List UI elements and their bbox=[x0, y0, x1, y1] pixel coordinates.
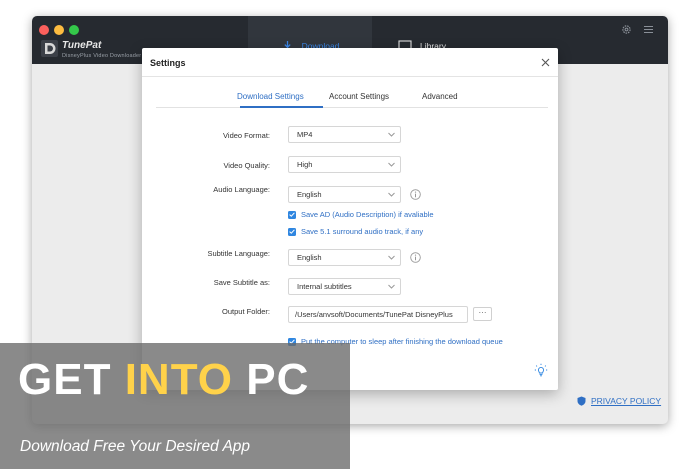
save-51-label: Save 5.1 surround audio track, if any bbox=[301, 227, 424, 236]
video-format-value: MP4 bbox=[297, 130, 313, 139]
settings-dialog: Settings Download Settings Account Setti… bbox=[142, 48, 558, 390]
save-51-checkbox-row[interactable]: Save 5.1 surround audio track, if any bbox=[288, 227, 423, 236]
privacy-policy[interactable]: PRIVACY POLICY bbox=[577, 396, 661, 406]
chevron-down-icon bbox=[388, 162, 395, 167]
check-icon bbox=[289, 212, 295, 217]
output-folder-label: Output Folder: bbox=[222, 307, 270, 316]
chevron-down-icon bbox=[388, 192, 395, 197]
lightbulb-icon[interactable] bbox=[534, 363, 548, 377]
audio-language-select[interactable]: English bbox=[288, 186, 401, 203]
subtitle-language-select[interactable]: English bbox=[288, 249, 401, 266]
watermark-title-highlight: INTO bbox=[124, 355, 233, 404]
subtitle-language-value: English bbox=[297, 253, 322, 262]
window-minimize-button[interactable] bbox=[54, 25, 64, 35]
watermark-title: GET INTO PC bbox=[18, 355, 309, 405]
dialog-title: Settings bbox=[150, 58, 186, 68]
active-tab-underline bbox=[240, 106, 323, 108]
save-subtitle-select[interactable]: Internal subtitles bbox=[288, 278, 401, 295]
audio-language-label: Audio Language: bbox=[213, 185, 270, 194]
tab-advanced[interactable]: Advanced bbox=[422, 92, 458, 101]
info-icon[interactable] bbox=[410, 252, 421, 263]
chevron-down-icon bbox=[388, 284, 395, 289]
audio-language-value: English bbox=[297, 190, 322, 199]
window-maximize-button[interactable] bbox=[69, 25, 79, 35]
check-icon bbox=[289, 229, 295, 234]
output-folder-value: /Users/anvsoft/Documents/TunePat DisneyP… bbox=[295, 310, 453, 319]
video-format-select[interactable]: MP4 bbox=[288, 126, 401, 143]
subtitle-language-label: Subtitle Language: bbox=[207, 249, 270, 258]
chevron-down-icon bbox=[388, 255, 395, 260]
save-subtitle-label: Save Subtitle as: bbox=[213, 278, 270, 287]
save-ad-label: Save AD (Audio Description) if avaliable bbox=[301, 210, 434, 219]
privacy-policy-link[interactable]: PRIVACY POLICY bbox=[591, 396, 661, 406]
gear-icon[interactable] bbox=[621, 24, 632, 35]
video-quality-label: Video Quality: bbox=[223, 161, 270, 170]
settings-tabs: Download Settings Account Settings Advan… bbox=[156, 88, 548, 108]
menu-icon[interactable] bbox=[644, 25, 653, 34]
save-ad-checkbox[interactable] bbox=[288, 210, 296, 219]
title-divider bbox=[142, 76, 558, 77]
video-format-label: Video Format: bbox=[223, 131, 270, 140]
output-folder-input[interactable]: /Users/anvsoft/Documents/TunePat DisneyP… bbox=[288, 306, 468, 323]
shield-icon bbox=[577, 396, 586, 406]
window-close-button[interactable] bbox=[39, 25, 49, 35]
save-ad-checkbox-row[interactable]: Save AD (Audio Description) if avaliable bbox=[288, 210, 434, 219]
watermark-subtitle: Download Free Your Desired App bbox=[20, 438, 251, 455]
logo-icon bbox=[41, 40, 58, 57]
close-icon[interactable] bbox=[541, 58, 550, 67]
chevron-down-icon bbox=[388, 132, 395, 137]
video-quality-value: High bbox=[297, 160, 313, 169]
tab-account-settings[interactable]: Account Settings bbox=[329, 92, 389, 101]
watermark-title-part2: PC bbox=[233, 355, 310, 404]
watermark-title-part1: GET bbox=[18, 355, 125, 404]
brand-subtitle: DisneyPlus Video Downloader bbox=[62, 53, 142, 59]
save-51-checkbox[interactable] bbox=[288, 227, 296, 236]
video-quality-select[interactable]: High bbox=[288, 156, 401, 173]
browse-folder-button[interactable]: ··· bbox=[473, 307, 492, 321]
brand-name: TunePat bbox=[62, 40, 102, 51]
save-subtitle-value: Internal subtitles bbox=[297, 282, 352, 291]
info-icon[interactable] bbox=[410, 189, 421, 200]
tab-download-settings[interactable]: Download Settings bbox=[237, 92, 304, 101]
